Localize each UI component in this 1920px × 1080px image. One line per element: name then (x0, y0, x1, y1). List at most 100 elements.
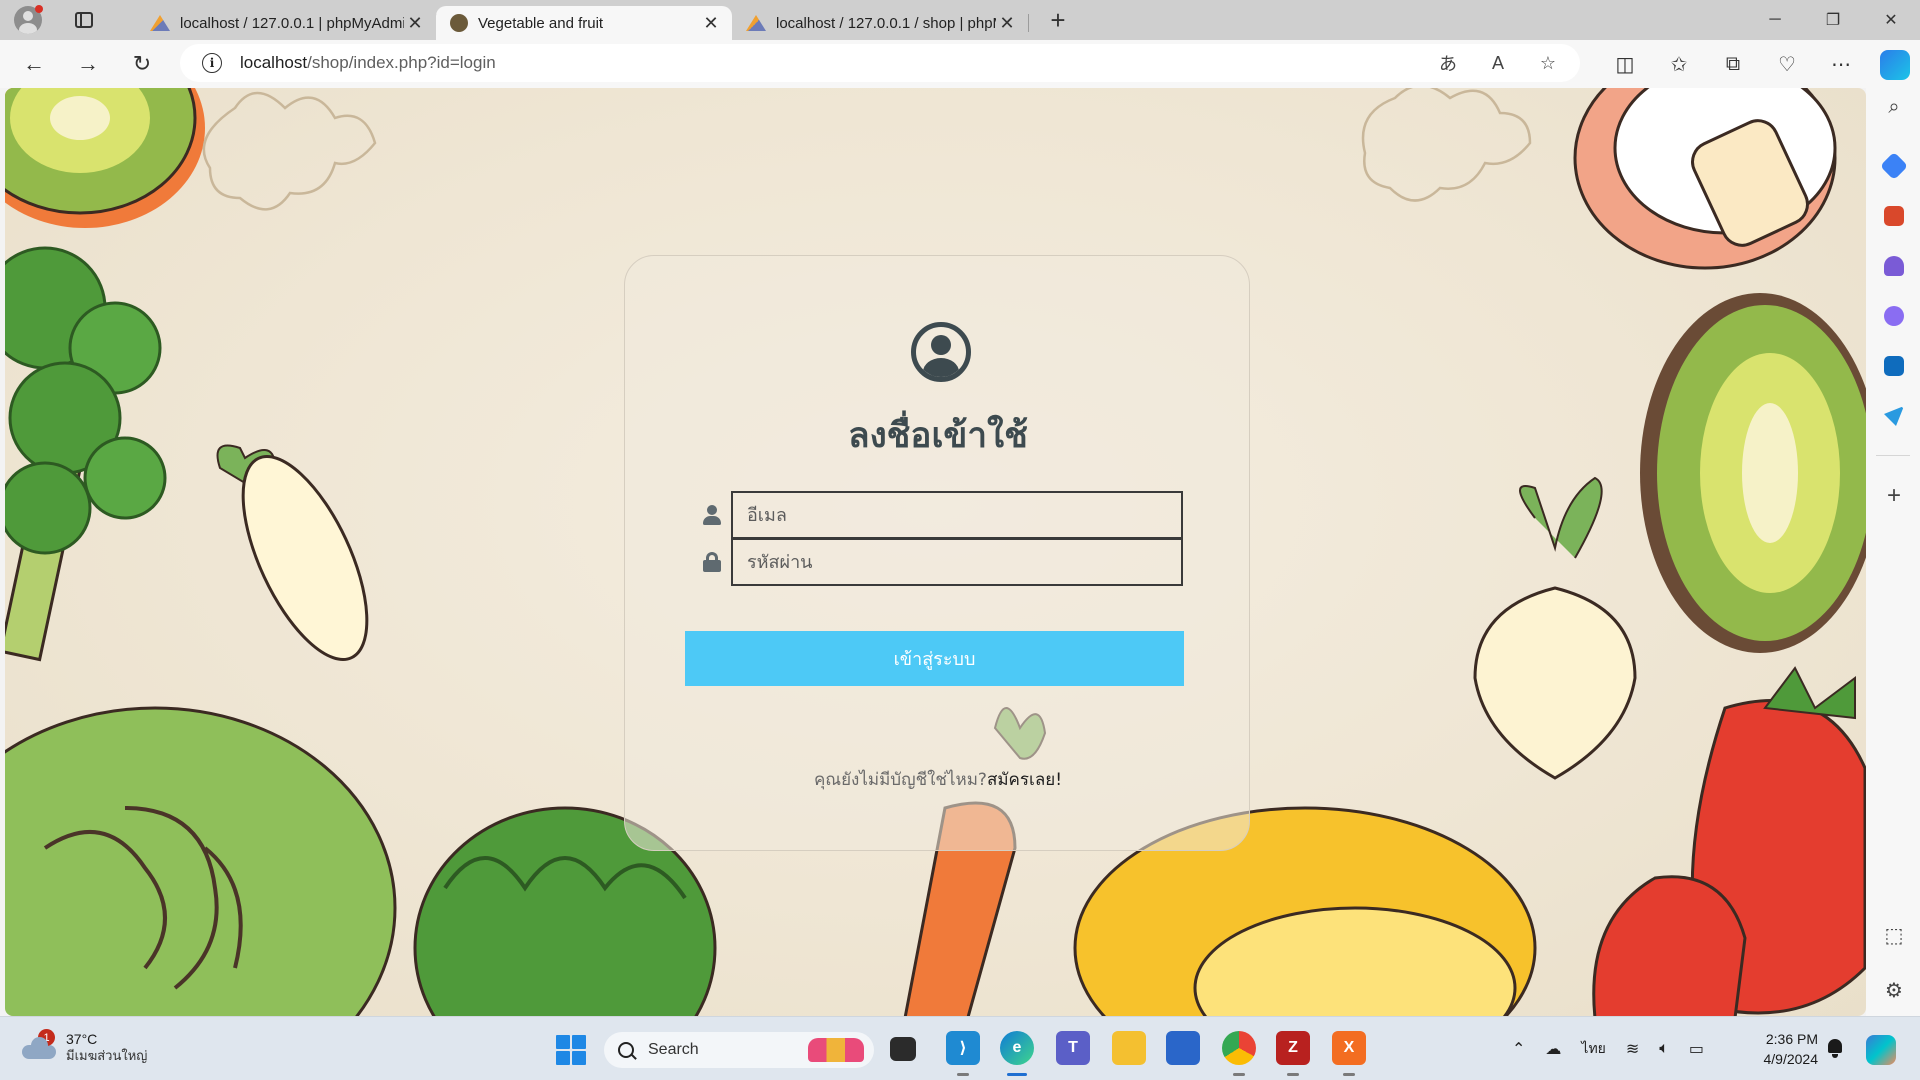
language-indicator[interactable]: ไทย (1581, 1038, 1605, 1060)
wifi-icon[interactable]: ≋ (1626, 1039, 1639, 1059)
tab-phpmyadmin[interactable]: localhost / 127.0.0.1 | phpMyAdmin ✕ (136, 6, 437, 40)
weather-widget[interactable]: 1 37°C มีเมฆส่วนใหญ่ (22, 1029, 147, 1065)
forward-icon[interactable]: → (68, 44, 108, 84)
start-button[interactable] (556, 1035, 586, 1065)
copilot-icon[interactable] (1880, 50, 1910, 80)
chrome-icon[interactable] (1222, 1031, 1256, 1065)
onedrive-cloud-icon[interactable]: ☁ (1545, 1039, 1561, 1059)
login-title: ลงชื่อเข้าใช้ (848, 416, 1028, 456)
edge-icon[interactable]: e (1000, 1031, 1034, 1065)
address-bar[interactable]: i localhost/shop/index.php?id=login あ A … (180, 44, 1580, 82)
weather-temp: 37°C (66, 1031, 98, 1047)
site-info-icon[interactable]: i (202, 53, 222, 73)
password-field[interactable] (731, 538, 1183, 586)
volume-icon[interactable]: 🔈︎ (1659, 1040, 1669, 1058)
taskbar-search[interactable]: Search (604, 1032, 874, 1068)
more-options-icon[interactable]: ⋯ (1814, 52, 1868, 77)
user-icon-wrapper (693, 505, 731, 525)
sidebar-divider (1876, 455, 1910, 456)
microsoft-store-icon[interactable] (1166, 1031, 1200, 1065)
microsoft-365-icon[interactable] (1884, 306, 1904, 326)
tab-phpmyadmin-shop[interactable]: localhost / 127.0.0.1 / shop | phpMyAdmi… (732, 6, 1029, 40)
signup-prompt: คุณยังไม่มีบัญชีใช่ไหม? (813, 770, 987, 790)
collections-icon[interactable]: ⧉ (1706, 53, 1760, 76)
chrome-indicator (1233, 1073, 1245, 1076)
tab-title: Vegetable and fruit (478, 14, 604, 32)
search-label: Search (648, 1041, 699, 1058)
vertical-tabs-button[interactable] (66, 2, 102, 38)
shopping-tag-icon[interactable] (1879, 151, 1909, 181)
tabs-icon (75, 12, 93, 28)
page-viewport: ลงชื่อเข้าใช้ เข้าสู่ระบบ คุณยังไม่มีบัญ… (5, 88, 1866, 1016)
copilot-taskbar-icon[interactable] (1866, 1035, 1896, 1065)
favorites-icon[interactable]: ✩ (1652, 52, 1706, 77)
xampp-icon[interactable]: X (1332, 1031, 1366, 1065)
strawberry-illustration (1592, 666, 1866, 1016)
minimize-icon[interactable]: ─ (1746, 0, 1804, 40)
browser-essentials-icon[interactable]: ♡ (1760, 52, 1814, 77)
teams-icon[interactable]: T (1056, 1031, 1090, 1065)
tab-title: localhost / 127.0.0.1 / shop | phpMyAdmi… (776, 14, 996, 32)
task-view-icon[interactable] (890, 1037, 916, 1061)
close-window-icon[interactable]: ✕ (1862, 0, 1920, 40)
xampp-indicator (1343, 1073, 1355, 1076)
screenshot-icon[interactable]: ⬚ (1882, 923, 1906, 948)
phpmyadmin-icon (746, 15, 766, 31)
close-tab-icon[interactable]: ✕ (404, 13, 426, 34)
lock-icon (703, 552, 721, 572)
back-icon[interactable]: ← (14, 44, 54, 84)
vegetable-basket-icon (450, 14, 468, 32)
notification-bell-icon[interactable] (1826, 1037, 1844, 1059)
games-icon[interactable] (1884, 256, 1904, 276)
search-icon[interactable]: ⌕ (1882, 96, 1906, 119)
mushroom-illustration (1573, 88, 1837, 270)
favorite-star-icon[interactable]: ☆ (1534, 53, 1562, 74)
broccoli-illustration (5, 246, 167, 662)
kiwi-illustration (5, 88, 205, 228)
weather-badge: 1 (38, 1029, 55, 1046)
radish-illustration (216, 444, 369, 661)
drop-icon[interactable] (1884, 406, 1904, 426)
file-explorer-icon[interactable] (1112, 1031, 1146, 1065)
filezilla-icon[interactable]: Z (1276, 1031, 1310, 1065)
battery-icon[interactable]: ▭ (1689, 1039, 1704, 1059)
tools-icon[interactable] (1884, 206, 1904, 226)
add-icon[interactable]: + (1882, 482, 1906, 510)
edge-indicator (1007, 1073, 1027, 1076)
tab-title: localhost / 127.0.0.1 | phpMyAdmin (180, 14, 404, 32)
url-text[interactable]: localhost/shop/index.php?id=login (240, 53, 496, 73)
read-aloud-icon[interactable]: A (1484, 53, 1512, 74)
tulips-icon (808, 1038, 864, 1062)
outlook-icon[interactable] (1884, 356, 1904, 376)
email-row (693, 491, 1193, 539)
system-tray: ⌃ ☁ ไทย ≋ 🔈︎ ▭ (1512, 1033, 1704, 1065)
edge-sidebar: ⌕ + ⬚ ⚙ (1866, 88, 1920, 1016)
signup-link[interactable]: สมัครเลย! (987, 770, 1062, 790)
window-controls: ─ ❐ ✕ (1746, 0, 1920, 40)
close-tab-icon[interactable]: ✕ (700, 13, 722, 34)
settings-gear-icon[interactable]: ⚙ (1882, 978, 1906, 1003)
cabbage-illustration (5, 706, 397, 1016)
translate-icon[interactable]: あ (1434, 50, 1462, 76)
windows-logo-tile (572, 1035, 586, 1049)
tab-vegetable-and-fruit[interactable]: Vegetable and fruit ✕ (436, 6, 732, 40)
url-path: /shop/index.php?id=login (307, 53, 496, 72)
profile-button[interactable] (10, 2, 46, 38)
weather-text: 37°C มีเมฆส่วนใหญ่ (66, 1031, 147, 1065)
refresh-icon[interactable]: ↻ (122, 44, 162, 84)
vscode-icon[interactable]: ⟩ (946, 1031, 980, 1065)
clock[interactable]: 2:36 PM 4/9/2024 (1750, 1029, 1819, 1069)
restore-icon[interactable]: ❐ (1804, 0, 1862, 40)
email-field[interactable] (731, 491, 1183, 539)
windows-logo-tile (556, 1035, 570, 1049)
windows-logo-tile (556, 1051, 570, 1065)
split-screen-icon[interactable]: ◫ (1598, 52, 1652, 77)
password-row (693, 538, 1193, 586)
close-tab-icon[interactable]: ✕ (996, 13, 1018, 34)
chevron-up-icon[interactable]: ⌃ (1512, 1039, 1525, 1059)
clock-time: 2:36 PM (1765, 1031, 1818, 1047)
windows-taskbar: 1 37°C มีเมฆส่วนใหญ่ Search ⟩ e T Z X ⌃ … (0, 1016, 1920, 1080)
new-tab-button[interactable]: + (1042, 4, 1074, 36)
windows-logo-tile (572, 1051, 586, 1065)
login-button[interactable]: เข้าสู่ระบบ (685, 631, 1184, 686)
